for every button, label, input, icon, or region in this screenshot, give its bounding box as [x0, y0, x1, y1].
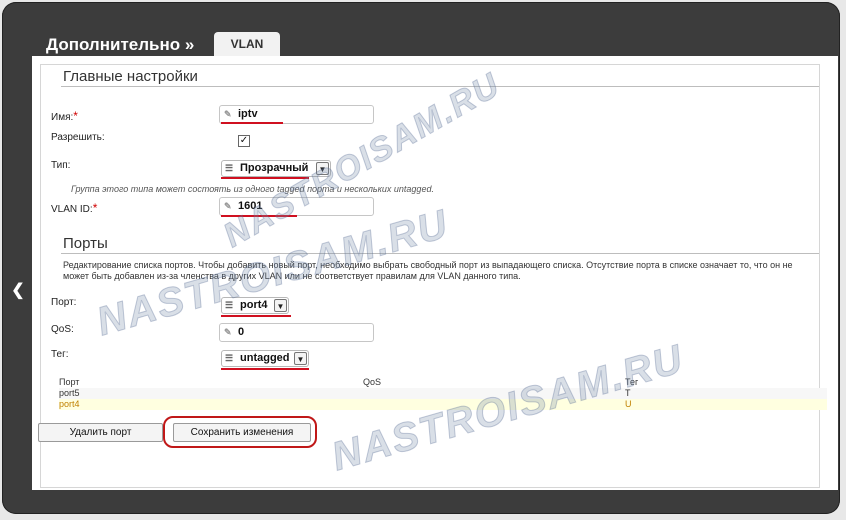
section-divider — [61, 86, 819, 87]
name-label: Имя:* — [51, 109, 78, 123]
pencil-icon: ✎ — [224, 109, 232, 119]
type-value: Прозрачный — [240, 162, 309, 174]
highlight-underline — [221, 315, 291, 317]
required-mark: * — [92, 201, 98, 215]
highlight-underline — [221, 368, 309, 370]
table-cell-port: port4 — [59, 399, 80, 409]
table-cell-tag: U — [625, 399, 632, 409]
table-header-port: Порт — [59, 377, 80, 387]
enable-checkbox[interactable]: ✓ — [238, 135, 250, 147]
breadcrumb[interactable]: Дополнительно » — [46, 35, 194, 55]
tag-label: Тег: — [51, 349, 69, 360]
app-frame: Дополнительно » VLAN ❮ Главные настройки… — [2, 2, 840, 514]
table-row[interactable]: port5 T — [59, 388, 827, 399]
highlight-underline — [221, 122, 283, 124]
section-divider — [61, 253, 819, 254]
table-cell-port: port5 — [59, 388, 80, 398]
pencil-icon: ✎ — [224, 327, 232, 337]
qos-label: QoS: — [51, 324, 74, 335]
qos-field[interactable]: ✎ 0 — [219, 323, 374, 342]
chevron-left-icon[interactable]: ❮ — [11, 281, 25, 301]
list-icon: ☰ — [225, 163, 234, 173]
chevron-down-icon[interactable]: ▼ — [274, 299, 287, 312]
section-title-main: Главные настройки — [63, 68, 198, 85]
highlight-oval — [163, 416, 317, 448]
type-hint: Группа этого типа может состоять из одно… — [71, 184, 434, 194]
delete-port-button[interactable]: Удалить порт — [38, 423, 163, 442]
pencil-icon: ✎ — [224, 201, 232, 211]
table-header-qos: QoS — [363, 377, 382, 387]
chevron-down-icon[interactable]: ▼ — [294, 352, 307, 365]
section-title-ports: Порты — [63, 235, 108, 252]
port-label: Порт: — [51, 297, 77, 308]
name-value: iptv — [238, 108, 258, 120]
qos-value: 0 — [238, 326, 245, 338]
type-label: Тип: — [51, 160, 71, 171]
tag-select[interactable]: ☰ untagged ▼ — [221, 350, 309, 367]
vlanid-label: VLAN ID:* — [51, 201, 98, 215]
tag-value: untagged — [240, 352, 290, 364]
enable-label: Разрешить: — [51, 132, 105, 143]
required-mark: * — [73, 109, 78, 123]
list-icon: ☰ — [225, 353, 234, 363]
tab-vlan[interactable]: VLAN — [214, 32, 280, 57]
